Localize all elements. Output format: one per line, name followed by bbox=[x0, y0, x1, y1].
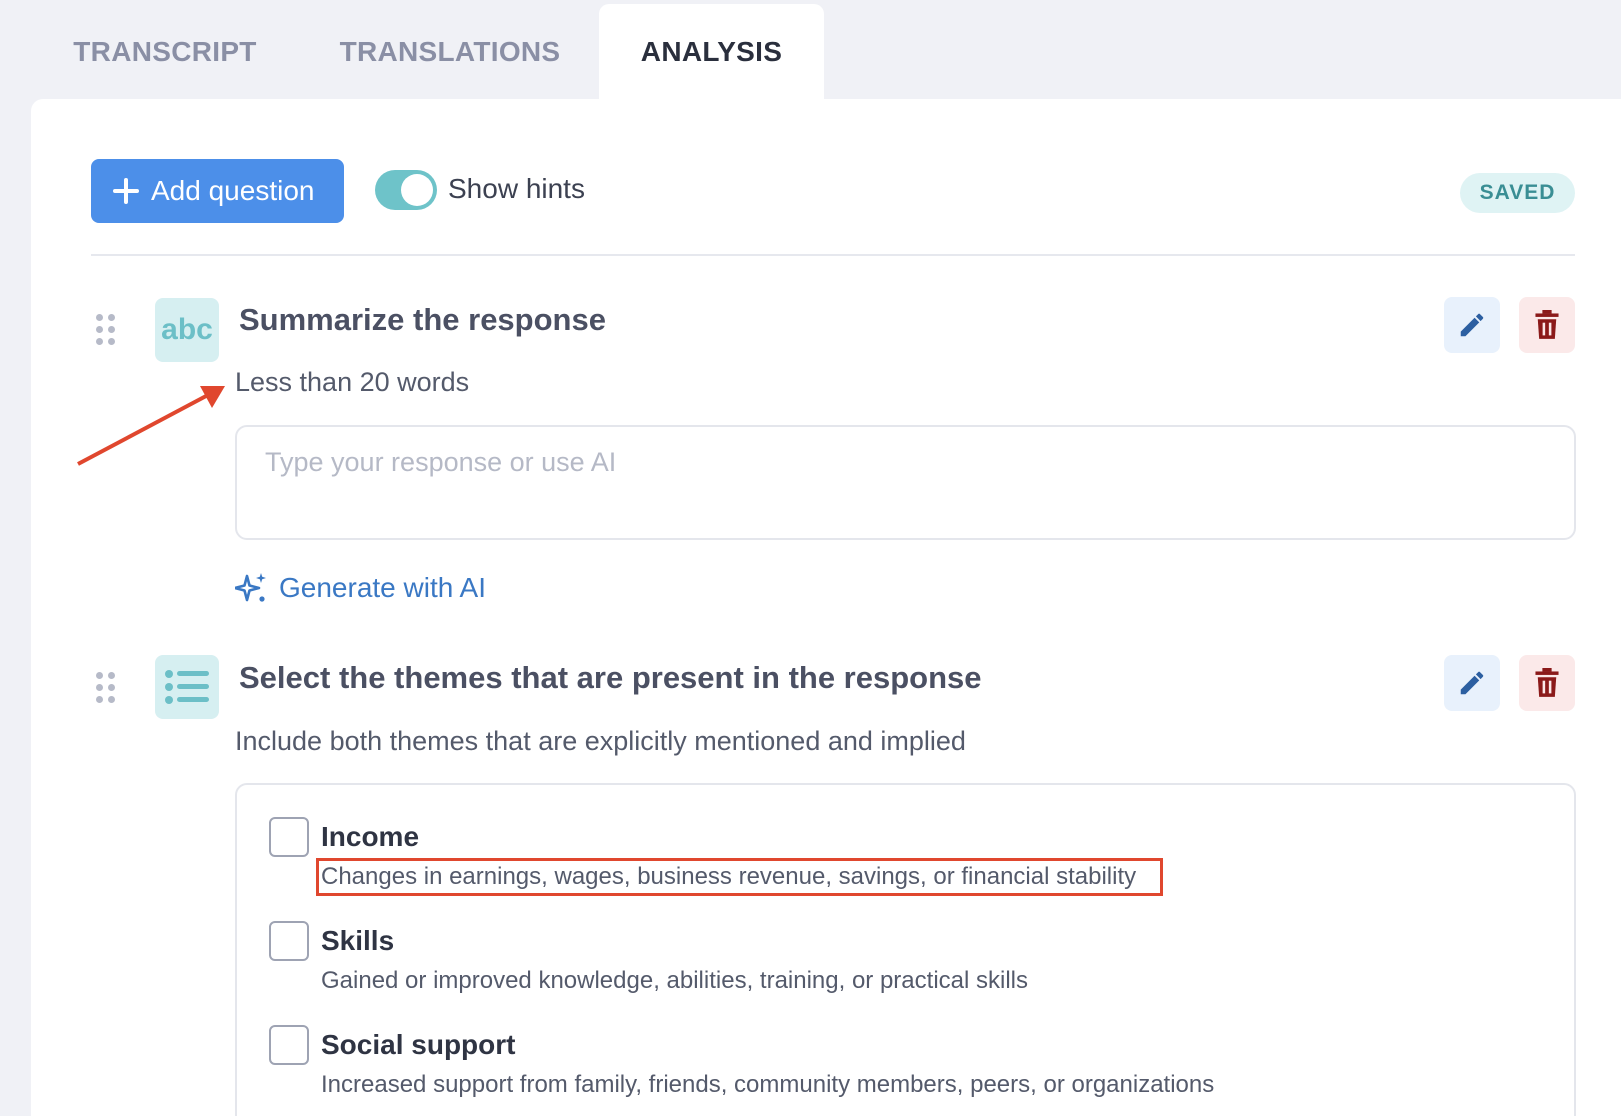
question-title: Summarize the response bbox=[239, 302, 606, 337]
tab-bar: TRANSCRIPT TRANSLATIONS ANALYSIS bbox=[0, 0, 1621, 100]
question-hint: Include both themes that are explicitly … bbox=[235, 726, 966, 756]
tab-transcript[interactable]: TRANSCRIPT bbox=[40, 4, 290, 100]
trash-icon bbox=[1535, 668, 1559, 697]
drag-handle-icon[interactable] bbox=[96, 314, 116, 346]
tab-analysis[interactable]: ANALYSIS bbox=[599, 4, 824, 100]
theme-checkbox[interactable] bbox=[269, 921, 309, 961]
show-hints-label: Show hints bbox=[448, 173, 585, 204]
delete-question-button[interactable] bbox=[1519, 297, 1575, 353]
drag-handle-icon[interactable] bbox=[96, 672, 116, 704]
pencil-icon bbox=[1460, 313, 1484, 337]
toggle-knob bbox=[401, 174, 433, 206]
theme-description: Gained or improved knowledge, abilities,… bbox=[321, 967, 1028, 994]
pencil-icon bbox=[1460, 671, 1484, 695]
list-icon bbox=[155, 655, 219, 719]
edit-question-button[interactable] bbox=[1444, 297, 1500, 353]
theme-description: Increased support from family, friends, … bbox=[321, 1071, 1215, 1098]
trash-icon bbox=[1535, 310, 1559, 339]
show-hints-toggle[interactable] bbox=[375, 170, 437, 210]
theme-name: Income bbox=[321, 821, 420, 852]
tab-translations[interactable]: TRANSLATIONS bbox=[300, 4, 600, 100]
question-title: Select the themes that are present in th… bbox=[239, 660, 982, 695]
theme-checkbox[interactable] bbox=[269, 817, 309, 857]
toolbar-divider bbox=[91, 254, 1575, 256]
saved-status-badge: SAVED bbox=[1460, 173, 1575, 213]
question-hint: Less than 20 words bbox=[235, 367, 470, 397]
edit-question-button[interactable] bbox=[1444, 655, 1500, 711]
generate-with-ai-button[interactable]: Generate with AI bbox=[235, 570, 486, 606]
text-icon: abc bbox=[155, 298, 219, 362]
add-question-button[interactable]: Add question bbox=[91, 159, 344, 223]
themes-options-box: Income Changes in earnings, wages, busin… bbox=[235, 783, 1576, 1116]
response-input[interactable] bbox=[235, 425, 1576, 540]
plus-icon bbox=[113, 178, 139, 204]
add-question-label: Add question bbox=[151, 175, 315, 206]
theme-checkbox[interactable] bbox=[269, 1025, 309, 1065]
annotation-arrow-icon bbox=[77, 386, 225, 466]
theme-name: Skills bbox=[321, 925, 395, 956]
theme-name: Social support bbox=[321, 1029, 516, 1060]
sparkle-icon bbox=[235, 573, 266, 602]
theme-description: Changes in earnings, wages, business rev… bbox=[315, 858, 1164, 896]
delete-question-button[interactable] bbox=[1519, 655, 1575, 711]
generate-with-ai-label: Generate with AI bbox=[279, 572, 487, 603]
